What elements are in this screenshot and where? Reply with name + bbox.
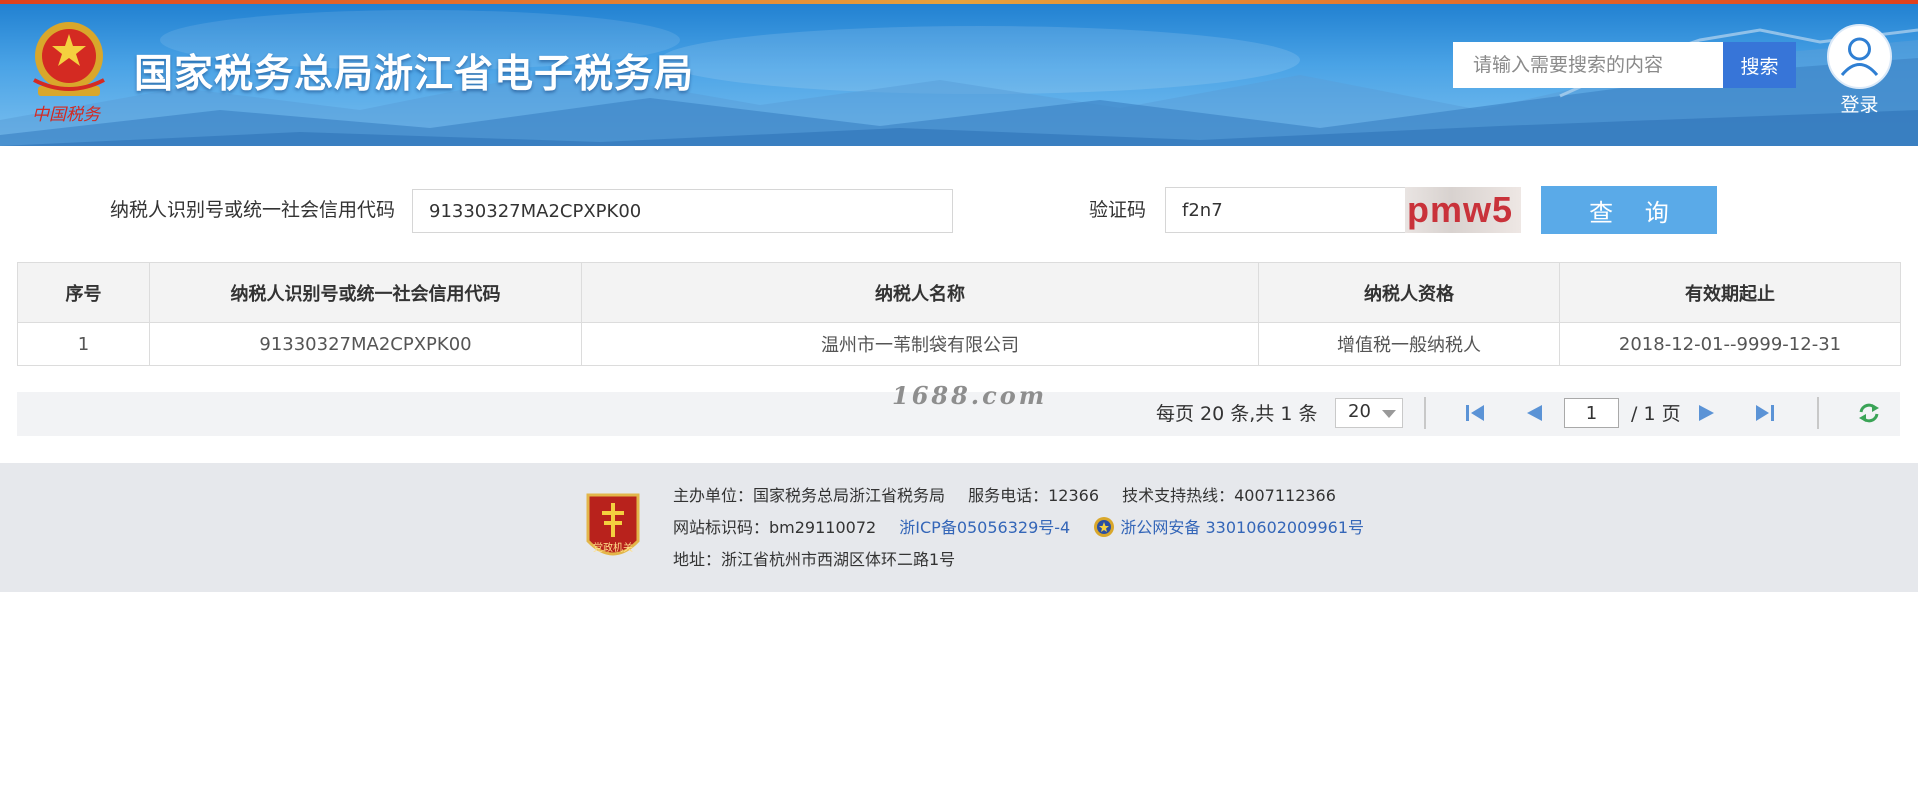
footer-host-unit: 主办单位：国家税务总局浙江省税务局 [673, 486, 946, 505]
total-pages-label: / 1 页 [1631, 403, 1681, 425]
page-size-value: 20 [1348, 401, 1371, 422]
site-search-input[interactable] [1453, 42, 1723, 88]
pager-summary: 每页 20 条,共 1 条 [1156, 403, 1318, 425]
taxpayer-id-label: 纳税人识别号或统一社会信用代码 [110, 199, 396, 221]
pager-divider [1424, 397, 1426, 429]
footer-line-records: 网站标识码：bm29110072 浙ICP备05056329号-4 浙公网安备 … [673, 516, 1364, 540]
prev-page-icon[interactable] [1522, 402, 1546, 424]
footer-police-record-link[interactable]: 浙公网安备 33010602009961号 [1120, 518, 1364, 537]
footer-service-phone: 服务电话：12366 [968, 486, 1100, 505]
login-avatar[interactable] [1827, 24, 1892, 89]
cell-validity: 2018-12-01--9999-12-31 [1559, 322, 1901, 366]
column-header-validity: 有效期起止 [1559, 262, 1901, 323]
taxpayer-id-input[interactable] [412, 189, 953, 233]
site-header: 中国税务 国家税务总局浙江省电子税务局 搜索 登录 [0, 0, 1918, 146]
first-page-icon[interactable] [1463, 402, 1487, 424]
captcha-label: 验证码 [1089, 199, 1147, 221]
police-badge-icon [1094, 517, 1115, 537]
next-page-icon[interactable] [1695, 402, 1719, 424]
search-button[interactable]: 搜索 [1723, 42, 1796, 88]
cell-taxpayer-id: 91330327MA2CPXPK00 [149, 322, 582, 366]
captcha-input[interactable] [1165, 187, 1407, 233]
site-title: 国家税务总局浙江省电子税务局 [134, 52, 695, 97]
query-button[interactable]: 查 询 [1541, 186, 1717, 234]
column-header-taxpayer-id: 纳税人识别号或统一社会信用代码 [149, 262, 582, 323]
login-link[interactable]: 登录 [1819, 90, 1900, 117]
party-government-badge[interactable]: 党政机关 [582, 489, 644, 567]
table-header-row: 序号 纳税人识别号或统一社会信用代码 纳税人名称 纳税人资格 有效期起止 [17, 262, 1901, 323]
column-header-taxpayer-name: 纳税人名称 [581, 262, 1259, 323]
badge-text: 党政机关 [593, 543, 633, 554]
cell-index: 1 [17, 322, 150, 366]
table-row: 1 91330327MA2CPXPK00 温州市一苇制袋有限公司 增值税一般纳税… [17, 322, 1901, 366]
svg-text:中国税务: 中国税务 [32, 105, 102, 125]
footer-icp-link[interactable]: 浙ICP备05056329号-4 [899, 518, 1070, 537]
current-page-input[interactable] [1564, 398, 1619, 428]
column-header-index: 序号 [17, 262, 150, 323]
footer-address: 地址：浙江省杭州市西湖区体环二路1号 [673, 550, 956, 569]
chevron-down-icon [1382, 410, 1396, 418]
page-size-select[interactable]: 20 [1335, 398, 1403, 428]
user-icon [1840, 37, 1879, 76]
footer-support-hotline: 技术支持热线：4007112366 [1122, 486, 1336, 505]
refresh-icon[interactable] [1857, 402, 1881, 424]
last-page-icon[interactable] [1753, 402, 1777, 424]
captcha-image[interactable]: pmw5 [1405, 187, 1521, 233]
cell-taxpayer-name: 温州市一苇制袋有限公司 [581, 322, 1259, 366]
watermark-text: 1688.com [892, 381, 1048, 410]
footer-site-code: 网站标识码：bm29110072 [673, 518, 877, 537]
pager-divider [1817, 397, 1819, 429]
results-table: 序号 纳税人识别号或统一社会信用代码 纳税人名称 纳税人资格 有效期起止 1 9… [17, 262, 1901, 366]
national-emblem-logo: 中国税务 [24, 18, 114, 128]
footer-line-contact: 主办单位：国家税务总局浙江省税务局 服务电话：12366 技术支持热线：4007… [673, 484, 1336, 508]
column-header-qualification: 纳税人资格 [1258, 262, 1560, 323]
captcha-image-text: pmw5 [1407, 189, 1514, 230]
cell-qualification: 增值税一般纳税人 [1258, 322, 1560, 366]
